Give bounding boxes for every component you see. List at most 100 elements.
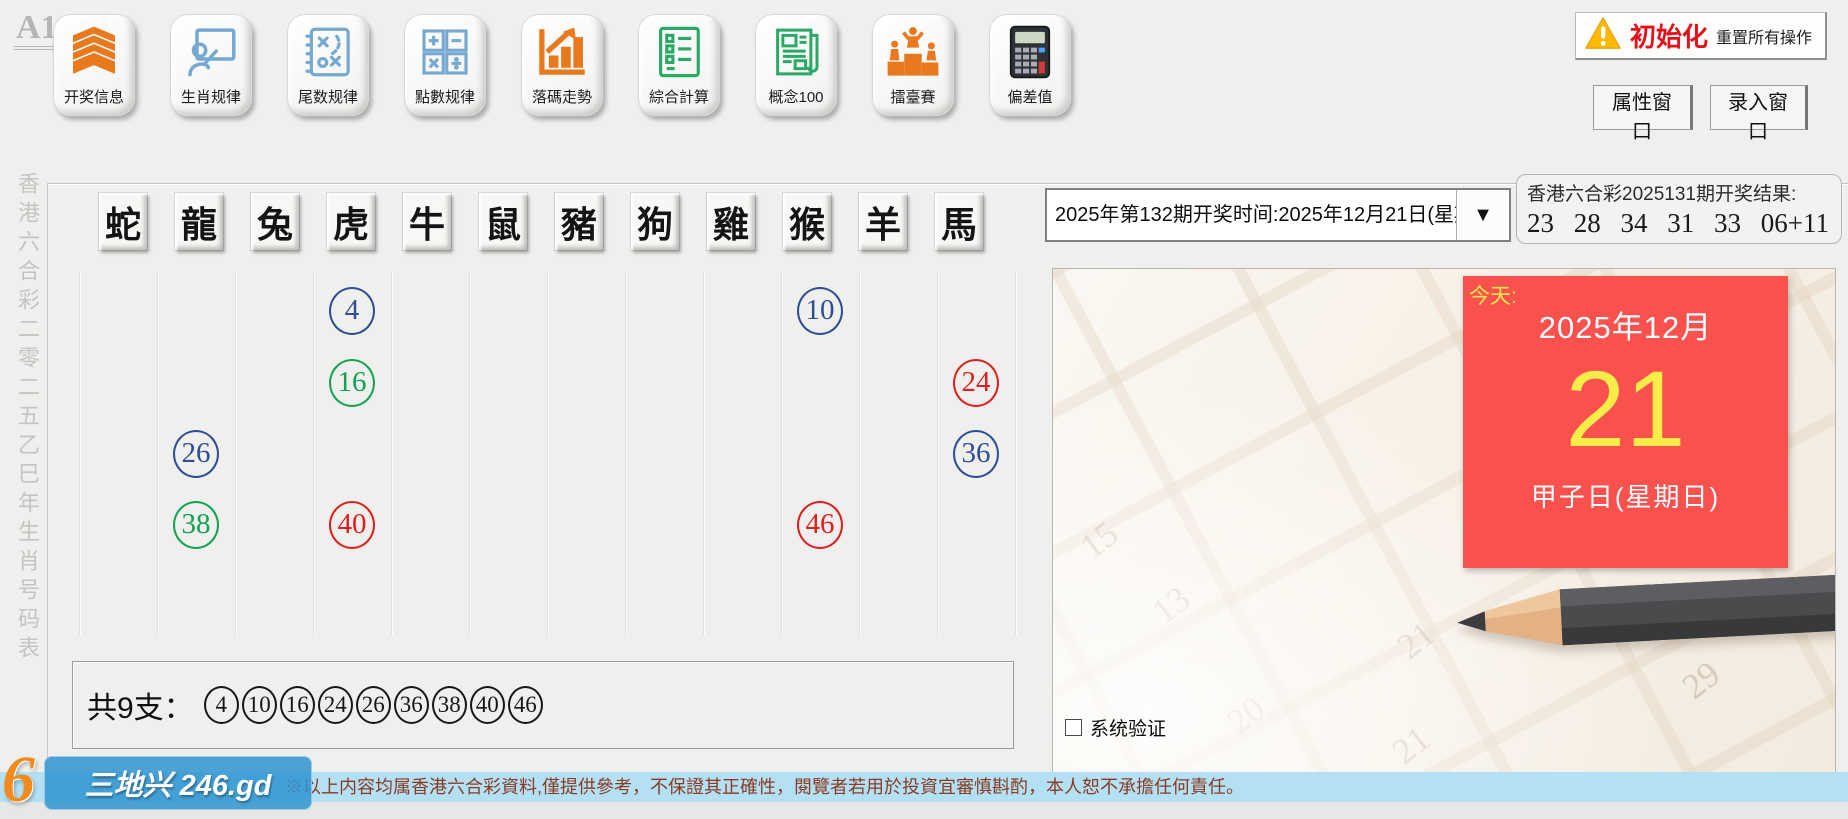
podium-icon <box>885 24 941 80</box>
watermark-box: 三地兴 246.gd <box>44 756 312 810</box>
left-vertical-title: 香港六合彩二零二五乙巳年生肖号码表 <box>15 172 40 665</box>
strategy-icon <box>300 24 356 80</box>
grid-column-line <box>937 272 938 636</box>
deviation-button[interactable]: 偏差值 <box>989 14 1071 116</box>
number-trend-button[interactable]: 落碼走勢 <box>521 14 603 116</box>
grid-column-line <box>781 272 782 636</box>
zodiac-tab-1[interactable]: 蛇 <box>99 193 147 250</box>
zodiac-tab-7[interactable]: 豬 <box>555 193 603 250</box>
entry-window-button[interactable]: 录入窗口 <box>1710 85 1808 143</box>
faint-calendar-number: 20 <box>1219 688 1273 742</box>
faint-calendar-number: 15 <box>1072 513 1126 567</box>
arena-button[interactable]: 擂臺賽 <box>872 14 954 116</box>
toolbar: 开奖信息 生肖规律 尾数规律 點數规律 落碼走勢 綜合計算 概念100 擂臺賽 … <box>53 14 1071 116</box>
number-ball-24: 24 <box>953 359 999 407</box>
draw-period-select[interactable]: 2025年第132期开奖时间:2025年12月21日(星期日) ▼ <box>1045 188 1511 242</box>
initialize-button[interactable]: 初始化 重置所有操作 <box>1575 12 1827 60</box>
number-ball-38: 38 <box>173 501 219 549</box>
number-ball-16: 16 <box>329 359 375 407</box>
calendar-day-info: 甲子日(星期日) <box>1530 482 1721 512</box>
property-window-button[interactable]: 属性窗口 <box>1593 85 1693 143</box>
watermark-logo: 6 <box>2 743 35 816</box>
app-window: A1 开奖信息 生肖规律 尾数规律 點數规律 落碼走勢 綜合計算 概念100 擂… <box>0 0 1848 819</box>
pencil-image <box>1457 574 1835 646</box>
zodiac-tab-8[interactable]: 狗 <box>631 193 679 250</box>
summary-ball-4: 4 <box>203 686 239 724</box>
faint-calendar-number: 13 <box>1144 578 1198 632</box>
tool-label: 偏差值 <box>1007 89 1053 106</box>
zodiac-number-grid: 4 10 16 24 26 36 38 40 46 <box>79 272 1016 640</box>
summary-label: 共9支： <box>87 692 194 725</box>
dropdown-arrow-icon[interactable]: ▼ <box>1456 190 1509 240</box>
draw-period-value: 2025年第132期开奖时间:2025年12月21日(星期日) <box>1055 204 1456 226</box>
grid-column-line <box>313 272 314 636</box>
summary-ball-40: 40 <box>469 686 505 724</box>
grid-column-line <box>79 272 80 636</box>
composite-calc-button[interactable]: 綜合計算 <box>638 14 720 116</box>
summary-ball-24: 24 <box>317 686 353 724</box>
tool-label: 點數规律 <box>414 89 475 106</box>
result-numbers: 23 28 34 31 33 06+11 <box>1527 208 1829 238</box>
grid-column-line <box>469 272 470 636</box>
checklist-icon <box>651 24 707 80</box>
summary-ball-38: 38 <box>431 686 467 724</box>
initialize-label: 初始化 <box>1630 22 1709 52</box>
tool-label: 生肖规律 <box>180 89 241 106</box>
zodiac-tab-4[interactable]: 虎 <box>327 193 375 250</box>
zodiac-tab-10[interactable]: 猴 <box>783 193 831 250</box>
grid-column-line <box>234 272 236 636</box>
number-ball-26: 26 <box>173 430 219 478</box>
zodiac-tab-6[interactable]: 鼠 <box>479 193 527 250</box>
zodiac-tab-11[interactable]: 羊 <box>859 193 907 250</box>
grid-column-line <box>625 272 626 636</box>
summary-ball-16: 16 <box>279 686 315 724</box>
summary-ball-36: 36 <box>393 686 429 724</box>
calculator-icon <box>1002 24 1058 80</box>
last-result-panel: 香港六合彩2025131期开奖结果: 23 28 34 31 33 06+11 <box>1516 174 1842 244</box>
tool-label: 落碼走勢 <box>531 89 592 106</box>
zodiac-tab-2[interactable]: 龍 <box>175 193 223 250</box>
presenter-icon <box>183 24 239 80</box>
tool-label: 尾数规律 <box>297 89 358 106</box>
summary-ball-10: 10 <box>241 686 277 724</box>
grid-column-line <box>1015 272 1016 636</box>
summary-ball-26: 26 <box>355 686 391 724</box>
number-ball-40: 40 <box>329 501 375 549</box>
grid-column-line <box>702 272 704 636</box>
initialize-sublabel: 重置所有操作 <box>1716 29 1813 47</box>
zodiac-rules-button[interactable]: 生肖规律 <box>170 14 252 116</box>
number-ball-46: 46 <box>797 501 843 549</box>
number-ball-4: 4 <box>329 287 375 335</box>
tool-label: 开奖信息 <box>63 89 124 106</box>
tail-rules-button[interactable]: 尾数规律 <box>287 14 369 116</box>
today-calendar-card: 今天: 2025年12月 21 甲子日(星期日) <box>1463 276 1788 568</box>
tool-label: 概念100 <box>768 89 824 106</box>
zodiac-tab-9[interactable]: 雞 <box>707 193 755 250</box>
calendar-day: 21 <box>1565 348 1686 469</box>
books-icon <box>66 24 122 80</box>
watermark: 6 三地兴 246.gd <box>0 743 330 818</box>
grid-column-line <box>859 272 860 636</box>
draw-info-button[interactable]: 开奖信息 <box>53 14 135 116</box>
zodiac-tab-5[interactable]: 牛 <box>403 193 451 250</box>
tool-label: 綜合計算 <box>648 89 709 106</box>
faint-calendar-number: 21 <box>1384 718 1438 772</box>
grid-column-line <box>390 272 392 636</box>
left-frame-line <box>47 183 48 769</box>
grid-column-line <box>156 272 158 636</box>
checkbox-box[interactable] <box>1065 719 1082 736</box>
summary-panel: 共9支： 4 10 16 24 26 36 38 40 46 <box>72 661 1014 749</box>
faint-calendar-number: 21 <box>1389 613 1443 667</box>
system-verify-checkbox[interactable]: 系统验证 <box>1065 714 1166 741</box>
zodiac-tab-12[interactable]: 馬 <box>935 193 983 250</box>
today-label: 今天: <box>1469 285 1517 308</box>
checkbox-label: 系统验证 <box>1090 719 1167 740</box>
points-rules-button[interactable]: 點數规律 <box>404 14 486 116</box>
number-ball-36: 36 <box>953 430 999 478</box>
concept-100-button[interactable]: 概念100 <box>755 14 837 116</box>
number-ball-10: 10 <box>797 287 843 335</box>
barchart-icon <box>534 24 590 80</box>
zodiac-tabs: 蛇龍兔虎牛鼠豬狗雞猴羊馬 <box>99 193 983 250</box>
zodiac-tab-3[interactable]: 兔 <box>251 193 299 250</box>
grid-column-line <box>547 272 548 636</box>
